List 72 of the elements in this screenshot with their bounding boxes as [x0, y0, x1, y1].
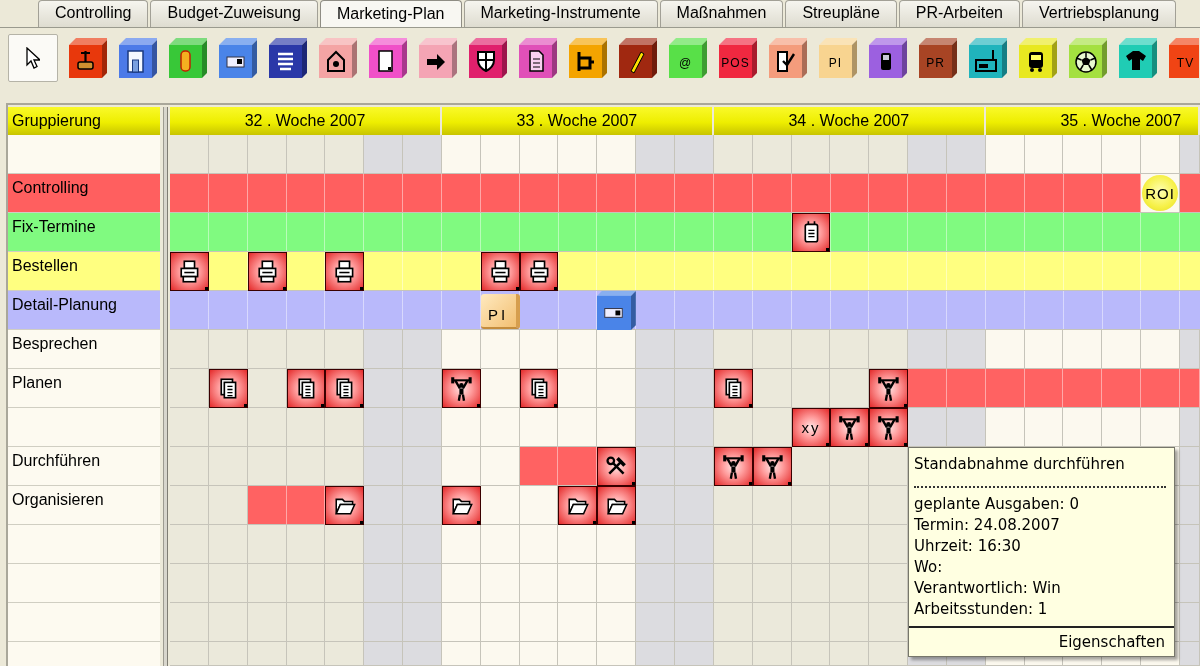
folder-icon[interactable] [597, 486, 637, 525]
tool-button[interactable]: POS [718, 34, 758, 82]
tab[interactable]: Marketing-Instrumente [463, 0, 658, 27]
bar-segment [519, 447, 559, 486]
bar-segment [247, 486, 287, 525]
tab[interactable]: Maßnahmen [659, 0, 784, 27]
tooltip-line: geplante Ausgaben: 0 [913, 494, 1080, 515]
tools-icon[interactable] [597, 447, 637, 486]
documents-icon[interactable] [519, 369, 559, 408]
weightlifter-icon[interactable] [441, 369, 481, 408]
folder-icon[interactable] [558, 486, 598, 525]
documents-icon[interactable] [713, 369, 753, 408]
row-label: Controlling [8, 174, 160, 213]
weightlifter-icon[interactable] [869, 408, 909, 447]
tool-button[interactable]: PR [918, 34, 958, 82]
tooltip-title: Standabnahme durchführen [913, 454, 1126, 474]
documents-icon[interactable] [208, 369, 248, 408]
week-header: 34 . Woche 2007 [713, 107, 986, 135]
weightlifter-icon[interactable] [713, 447, 753, 486]
tab[interactable]: Budget-Zuweisung [150, 0, 318, 27]
tool-button[interactable] [8, 34, 58, 82]
tool-button[interactable]: PI [818, 34, 858, 82]
task-tile[interactable]: xy [791, 408, 831, 447]
bar-segment [946, 369, 986, 408]
row-label: Bestellen [8, 252, 160, 291]
tooltip-line: Arbeitsstunden: 1 [913, 599, 1049, 620]
bar-segment [908, 369, 947, 408]
column-header: Gruppierung [8, 107, 160, 135]
tooltip-line: Termin: 24.08.2007 [913, 515, 1061, 536]
printer-icon[interactable] [325, 252, 365, 291]
tab[interactable]: Streupläne [785, 0, 897, 27]
folder-icon[interactable] [441, 486, 481, 525]
properties-link[interactable]: Eigenschaften [1058, 632, 1165, 652]
tab[interactable]: Marketing-Plan [319, 0, 462, 27]
row-label: Fix-Termine [8, 213, 160, 252]
bar-segment [558, 447, 598, 486]
weightlifter-icon[interactable] [752, 447, 792, 486]
documents-icon[interactable] [286, 369, 326, 408]
pointer-icon [26, 47, 40, 69]
tab[interactable]: Vertriebsplanung [1021, 0, 1177, 27]
tab[interactable]: Controlling [38, 0, 149, 27]
row-label: Detail-Planung [8, 291, 160, 330]
week-header: 35 . Woche 2007 [985, 107, 1200, 135]
printer-icon[interactable] [170, 252, 209, 291]
row-label: Besprechen [8, 330, 160, 369]
documents-icon[interactable] [325, 369, 365, 408]
printer-icon[interactable] [247, 252, 287, 291]
tooltip-line: Wo: [913, 557, 944, 578]
printer-icon[interactable] [480, 252, 520, 291]
milestone-marker[interactable]: ROI [1142, 175, 1178, 211]
calendar-icon[interactable] [791, 213, 831, 252]
bar-segment [1102, 369, 1142, 408]
week-header: 32 . Woche 2007 [170, 107, 442, 135]
weightlifter-icon[interactable] [830, 408, 870, 447]
tab[interactable]: PR-Arbeiten [898, 0, 1020, 27]
bar-segment [1063, 369, 1103, 408]
bar-segment [985, 369, 1025, 408]
bar-segment [286, 486, 326, 525]
card-cube-icon[interactable] [597, 291, 637, 330]
note-tile[interactable]: PI [480, 294, 520, 329]
row-label: Planen [8, 369, 160, 408]
bar-segment [1024, 369, 1064, 408]
row-label: Durchführen [8, 447, 160, 486]
printer-icon[interactable] [519, 252, 559, 291]
folder-icon[interactable] [325, 486, 365, 525]
tool-button[interactable]: TV [1168, 34, 1200, 82]
tooltip-line: Verantwortlich: Win [913, 578, 1062, 599]
tool-button[interactable]: @ [668, 34, 708, 82]
week-header: 33 . Woche 2007 [441, 107, 714, 135]
weightlifter-icon[interactable] [869, 369, 909, 408]
row-label: Organisieren [8, 486, 160, 525]
tooltip-line: Uhrzeit: 16:30 [913, 536, 1022, 557]
